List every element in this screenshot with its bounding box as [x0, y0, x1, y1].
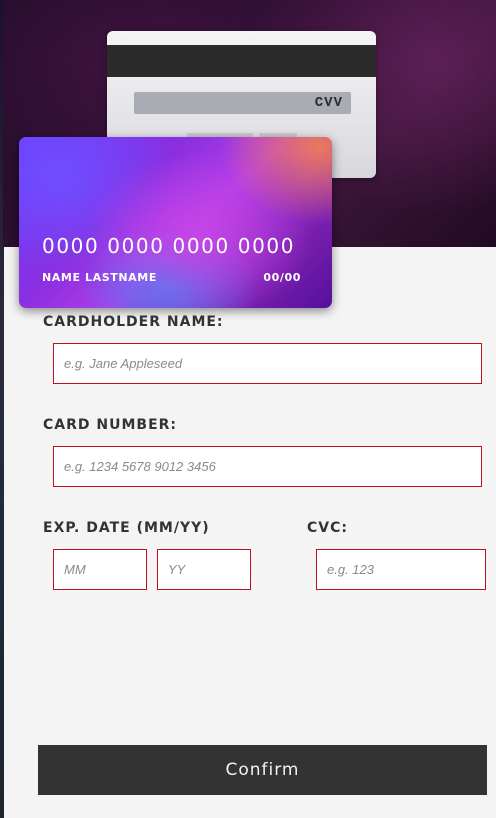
- card-details-page: CVV 0000 0000 0000 0000 NAME LASTNAME 00…: [0, 0, 496, 818]
- exp-month-input[interactable]: [54, 550, 146, 589]
- cardholder-name-label: CARDHOLDER NAME:: [43, 314, 224, 330]
- cardholder-name-field: [53, 343, 482, 384]
- exp-year-field: [157, 549, 251, 590]
- card-number-input[interactable]: [54, 447, 481, 486]
- exp-month-field: [53, 549, 147, 590]
- card-number-field: [53, 446, 482, 487]
- cardholder-name-input[interactable]: [54, 344, 481, 383]
- card-name-display: NAME LASTNAME: [42, 271, 157, 284]
- cvc-label: CVC:: [307, 520, 348, 536]
- card-number-label: CARD NUMBER:: [43, 417, 178, 433]
- card-number-display: 0000 0000 0000 0000: [42, 234, 296, 258]
- exp-year-input[interactable]: [158, 550, 250, 589]
- cvv-strip: CVV: [134, 92, 351, 114]
- confirm-button[interactable]: Confirm: [38, 745, 487, 795]
- card-cvv: CVV: [314, 95, 343, 111]
- cvc-input[interactable]: [317, 550, 485, 589]
- card-front: 0000 0000 0000 0000 NAME LASTNAME 00/00: [19, 137, 332, 308]
- cvc-field: [316, 549, 486, 590]
- exp-date-label: EXP. DATE (MM/YY): [43, 520, 210, 536]
- magnetic-stripe: [107, 45, 376, 77]
- card-expiry-display: 00/00: [263, 271, 301, 284]
